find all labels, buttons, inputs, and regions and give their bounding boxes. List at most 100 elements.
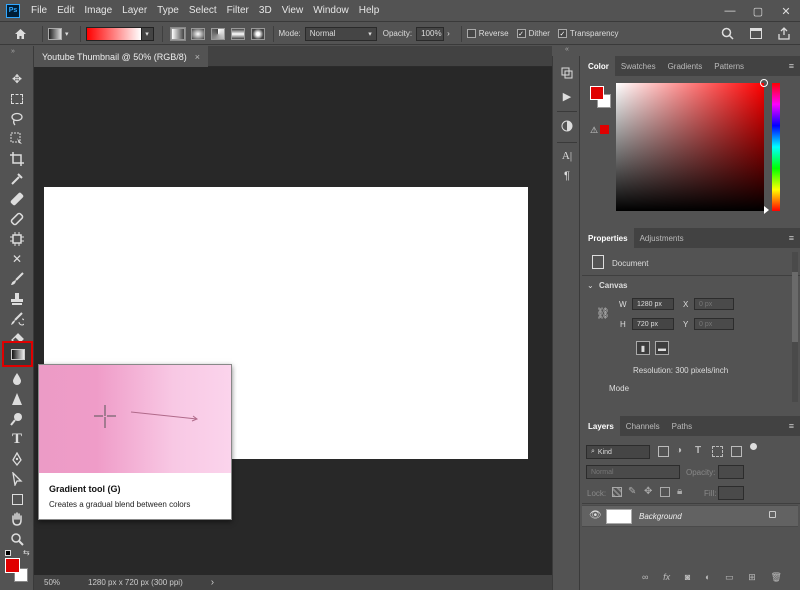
filter-type-icon[interactable]: T <box>695 445 701 456</box>
object-selection-tool-icon[interactable] <box>7 130 27 148</box>
filter-pixel-icon[interactable] <box>658 446 669 457</box>
color-swatches[interactable]: ⇆ <box>5 548 30 583</box>
layer-name[interactable]: Background <box>639 512 682 521</box>
hand-tool-icon[interactable] <box>7 510 27 528</box>
hue-slider[interactable] <box>772 83 780 211</box>
layer-opacity-field[interactable] <box>718 465 744 479</box>
content-aware-move-icon[interactable]: ✕ <box>7 250 27 268</box>
tab-paths[interactable]: Paths <box>666 416 698 436</box>
tab-gradients[interactable]: Gradients <box>662 56 709 76</box>
layer-filter-select[interactable]: ⌕ Kind <box>586 445 650 459</box>
layer-row-background[interactable]: 👁︎ Background <box>582 505 798 527</box>
scrollbar-thumb[interactable] <box>792 272 798 342</box>
chevron-down-icon[interactable]: ▾ <box>141 26 154 41</box>
gamut-color-swatch[interactable] <box>600 125 609 134</box>
gamut-warning-icon[interactable]: ⚠ <box>590 125 598 136</box>
stamp-tool-icon[interactable] <box>7 290 27 308</box>
layer-style-icon[interactable]: fx <box>663 572 670 586</box>
menu-help[interactable]: Help <box>354 0 385 22</box>
portrait-orientation-icon[interactable]: ▮ <box>636 341 650 355</box>
document-tab[interactable]: Youtube Thumbnail @ 50% (RGB/8) × <box>34 46 208 67</box>
properties-scrollbar[interactable] <box>792 252 798 402</box>
new-group-icon[interactable]: ▭ <box>725 572 734 586</box>
tab-properties[interactable]: Properties <box>582 228 634 248</box>
blur-tool-icon[interactable] <box>7 370 27 388</box>
lock-transparent-icon[interactable] <box>612 487 622 497</box>
color-field[interactable] <box>616 79 768 211</box>
menu-3d[interactable]: 3D <box>254 0 277 22</box>
menu-edit[interactable]: Edit <box>52 0 79 22</box>
link-layers-icon[interactable]: ∞ <box>642 572 648 586</box>
paragraph-panel-icon[interactable]: ¶ <box>560 169 574 183</box>
menu-filter[interactable]: Filter <box>222 0 254 22</box>
filter-smart-object-icon[interactable] <box>731 446 742 457</box>
diamond-gradient-button[interactable] <box>250 27 265 40</box>
dither-check[interactable]: ✓ <box>516 29 526 38</box>
foreground-color-swatch[interactable] <box>5 558 20 573</box>
link-dimensions-icon[interactable]: ⛓ <box>596 307 610 320</box>
mode-select[interactable]: Normal ▾ <box>304 26 377 41</box>
panel-menu-icon[interactable]: ≡ <box>789 233 794 243</box>
home-icon[interactable] <box>14 28 27 40</box>
paintbrush-tool-icon[interactable] <box>7 270 27 288</box>
menu-select[interactable]: Select <box>184 0 222 22</box>
reverse-checkbox[interactable]: Reverse <box>466 29 509 38</box>
menu-image[interactable]: Image <box>79 0 117 22</box>
default-colors-icon[interactable] <box>5 550 11 556</box>
menu-file[interactable]: File <box>26 0 52 22</box>
lock-all-icon[interactable]: 🔒︎ <box>677 486 682 497</box>
search-icon[interactable] <box>721 27 734 40</box>
dither-checkbox[interactable]: ✓ Dither <box>516 29 550 38</box>
filter-shape-icon[interactable] <box>712 446 723 457</box>
menu-view[interactable]: View <box>277 0 309 22</box>
eyedropper-tool-icon[interactable] <box>7 170 27 188</box>
fill-field[interactable] <box>718 486 744 500</box>
history-panel-icon[interactable] <box>560 66 574 80</box>
tab-layers[interactable]: Layers <box>582 416 620 436</box>
dodge-tool-icon[interactable] <box>7 410 27 428</box>
frame-tool-icon[interactable] <box>7 230 27 248</box>
chevron-right-icon[interactable]: › <box>447 29 450 38</box>
brush-tool-icon[interactable] <box>7 210 27 228</box>
lock-artboard-icon[interactable] <box>660 487 670 497</box>
move-tool-icon[interactable]: ✥ <box>7 70 27 88</box>
pen-tool-icon[interactable] <box>7 450 27 468</box>
character-panel-icon[interactable]: A| <box>560 149 574 163</box>
chevron-right-icon[interactable]: › <box>211 577 214 588</box>
minimize-button[interactable]: — <box>716 0 744 22</box>
linear-gradient-button[interactable] <box>169 26 186 41</box>
visibility-eye-icon[interactable]: 👁︎ <box>589 510 602 521</box>
tab-color[interactable]: Color <box>582 56 615 76</box>
maximize-button[interactable]: ▢ <box>744 0 772 22</box>
gradient-tool-icon[interactable] <box>2 341 33 367</box>
tab-adjustments[interactable]: Adjustments <box>634 228 690 248</box>
tool-preset-icon[interactable] <box>48 27 62 40</box>
chevron-down-icon[interactable]: ⌄ <box>587 281 594 290</box>
filter-toggle-icon[interactable] <box>750 443 757 450</box>
crop-tool-icon[interactable] <box>7 150 27 168</box>
height-field[interactable]: 720 px <box>632 318 674 330</box>
reverse-check[interactable] <box>466 29 476 38</box>
opacity-field[interactable]: 100% <box>416 26 445 41</box>
width-field[interactable]: 1280 px <box>632 298 674 310</box>
filter-adjustment-icon[interactable]: ◑ <box>676 445 682 456</box>
gradient-picker[interactable] <box>85 26 142 41</box>
menu-layer[interactable]: Layer <box>117 0 152 22</box>
tab-swatches[interactable]: Swatches <box>615 56 662 76</box>
close-tab-icon[interactable]: × <box>195 52 200 62</box>
adjustments-panel-icon[interactable] <box>560 119 574 133</box>
transparency-check[interactable]: ✓ <box>557 29 567 38</box>
lock-position-icon[interactable]: ✥ <box>644 486 652 497</box>
share-icon[interactable] <box>778 27 790 40</box>
radial-gradient-button[interactable] <box>190 27 205 40</box>
chevron-down-icon[interactable]: ▾ <box>65 30 69 38</box>
history-brush-tool-icon[interactable] <box>7 310 27 328</box>
delete-layer-icon[interactable]: 🗑︎ <box>771 572 782 586</box>
collapse-toolbox-icon[interactable]: » <box>11 48 15 55</box>
transparency-checkbox[interactable]: ✓ Transparency <box>557 29 619 38</box>
marquee-tool-icon[interactable] <box>7 90 27 108</box>
rectangle-tool-icon[interactable] <box>7 490 27 508</box>
actions-panel-icon[interactable]: ▶ <box>560 89 574 103</box>
menu-type[interactable]: Type <box>152 0 184 22</box>
healing-brush-tool-icon[interactable] <box>7 190 27 208</box>
